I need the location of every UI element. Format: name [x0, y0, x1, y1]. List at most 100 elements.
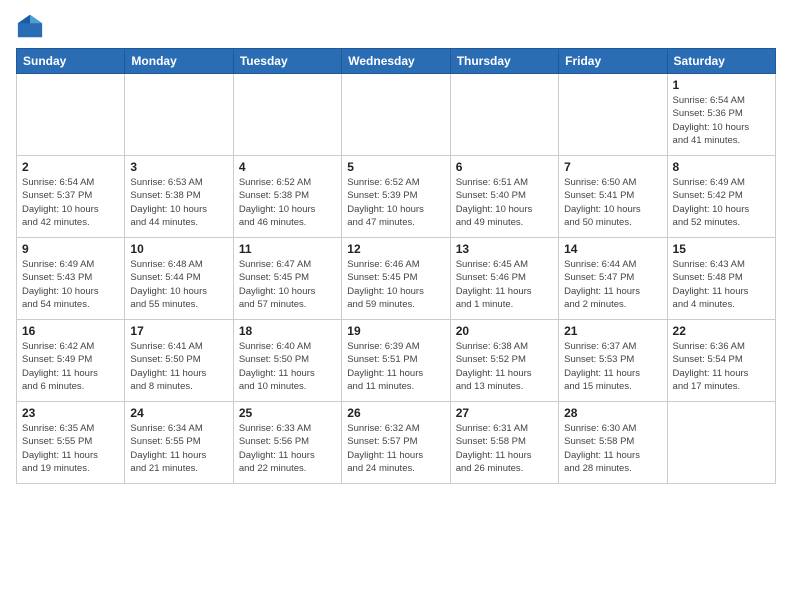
logo — [16, 12, 48, 40]
day-number: 24 — [130, 406, 227, 420]
calendar-cell: 8 Sunrise: 6:49 AM Sunset: 5:42 PM Daylig… — [667, 156, 775, 238]
weekday-header-row: SundayMondayTuesdayWednesdayThursdayFrid… — [17, 49, 776, 74]
calendar-cell: 15 Sunrise: 6:43 AM Sunset: 5:48 PM Dayli… — [667, 238, 775, 320]
day-info: Sunrise: 6:46 AM Sunset: 5:45 PM Dayligh… — [347, 258, 444, 311]
weekday-header-tuesday: Tuesday — [233, 49, 341, 74]
day-number: 2 — [22, 160, 119, 174]
calendar-cell: 14 Sunrise: 6:44 AM Sunset: 5:47 PM Dayli… — [559, 238, 667, 320]
day-info: Sunrise: 6:50 AM Sunset: 5:41 PM Dayligh… — [564, 176, 661, 229]
day-info: Sunrise: 6:53 AM Sunset: 5:38 PM Dayligh… — [130, 176, 227, 229]
calendar-cell — [342, 74, 450, 156]
calendar-cell: 13 Sunrise: 6:45 AM Sunset: 5:46 PM Dayli… — [450, 238, 558, 320]
weekday-header-sunday: Sunday — [17, 49, 125, 74]
day-info: Sunrise: 6:45 AM Sunset: 5:46 PM Dayligh… — [456, 258, 553, 311]
day-info: Sunrise: 6:54 AM Sunset: 5:36 PM Dayligh… — [673, 94, 770, 147]
weekday-header-monday: Monday — [125, 49, 233, 74]
calendar-table: SundayMondayTuesdayWednesdayThursdayFrid… — [16, 48, 776, 484]
day-info: Sunrise: 6:32 AM Sunset: 5:57 PM Dayligh… — [347, 422, 444, 475]
day-number: 19 — [347, 324, 444, 338]
day-info: Sunrise: 6:51 AM Sunset: 5:40 PM Dayligh… — [456, 176, 553, 229]
day-number: 3 — [130, 160, 227, 174]
calendar-cell: 19 Sunrise: 6:39 AM Sunset: 5:51 PM Dayli… — [342, 320, 450, 402]
calendar-cell — [559, 74, 667, 156]
day-number: 27 — [456, 406, 553, 420]
day-number: 21 — [564, 324, 661, 338]
calendar-cell: 11 Sunrise: 6:47 AM Sunset: 5:45 PM Dayli… — [233, 238, 341, 320]
day-info: Sunrise: 6:52 AM Sunset: 5:39 PM Dayligh… — [347, 176, 444, 229]
logo-icon — [16, 12, 44, 40]
day-number: 28 — [564, 406, 661, 420]
day-info: Sunrise: 6:47 AM Sunset: 5:45 PM Dayligh… — [239, 258, 336, 311]
calendar-cell: 1Sunrise: 6:54 AM Sunset: 5:36 PM Daylig… — [667, 74, 775, 156]
calendar-week-2: 9 Sunrise: 6:49 AM Sunset: 5:43 PM Daylig… — [17, 238, 776, 320]
day-number: 5 — [347, 160, 444, 174]
day-number: 16 — [22, 324, 119, 338]
day-number: 13 — [456, 242, 553, 256]
calendar-cell: 18Sunrise: 6:40 AM Sunset: 5:50 PM Dayli… — [233, 320, 341, 402]
calendar-week-0: 1Sunrise: 6:54 AM Sunset: 5:36 PM Daylig… — [17, 74, 776, 156]
calendar-cell: 24 Sunrise: 6:34 AM Sunset: 5:55 PM Dayli… — [125, 402, 233, 484]
day-info: Sunrise: 6:34 AM Sunset: 5:55 PM Dayligh… — [130, 422, 227, 475]
calendar-cell: 6 Sunrise: 6:51 AM Sunset: 5:40 PM Daylig… — [450, 156, 558, 238]
calendar-cell: 16 Sunrise: 6:42 AM Sunset: 5:49 PM Dayli… — [17, 320, 125, 402]
calendar-cell: 10 Sunrise: 6:48 AM Sunset: 5:44 PM Dayli… — [125, 238, 233, 320]
day-number: 10 — [130, 242, 227, 256]
calendar-cell: 21 Sunrise: 6:37 AM Sunset: 5:53 PM Dayli… — [559, 320, 667, 402]
day-number: 23 — [22, 406, 119, 420]
calendar-cell: 7 Sunrise: 6:50 AM Sunset: 5:41 PM Daylig… — [559, 156, 667, 238]
day-number: 22 — [673, 324, 770, 338]
day-info: Sunrise: 6:44 AM Sunset: 5:47 PM Dayligh… — [564, 258, 661, 311]
day-number: 15 — [673, 242, 770, 256]
calendar-week-1: 2 Sunrise: 6:54 AM Sunset: 5:37 PM Daylig… — [17, 156, 776, 238]
day-info: Sunrise: 6:30 AM Sunset: 5:58 PM Dayligh… — [564, 422, 661, 475]
calendar-cell — [667, 402, 775, 484]
day-number: 25 — [239, 406, 336, 420]
day-info: Sunrise: 6:41 AM Sunset: 5:50 PM Dayligh… — [130, 340, 227, 393]
calendar-cell: 26 Sunrise: 6:32 AM Sunset: 5:57 PM Dayli… — [342, 402, 450, 484]
day-info: Sunrise: 6:48 AM Sunset: 5:44 PM Dayligh… — [130, 258, 227, 311]
day-info: Sunrise: 6:52 AM Sunset: 5:38 PM Dayligh… — [239, 176, 336, 229]
calendar-cell — [125, 74, 233, 156]
day-info: Sunrise: 6:42 AM Sunset: 5:49 PM Dayligh… — [22, 340, 119, 393]
day-info: Sunrise: 6:39 AM Sunset: 5:51 PM Dayligh… — [347, 340, 444, 393]
day-info: Sunrise: 6:33 AM Sunset: 5:56 PM Dayligh… — [239, 422, 336, 475]
day-info: Sunrise: 6:54 AM Sunset: 5:37 PM Dayligh… — [22, 176, 119, 229]
day-number: 7 — [564, 160, 661, 174]
calendar-cell: 27 Sunrise: 6:31 AM Sunset: 5:58 PM Dayli… — [450, 402, 558, 484]
day-info: Sunrise: 6:37 AM Sunset: 5:53 PM Dayligh… — [564, 340, 661, 393]
header — [16, 12, 776, 40]
calendar-cell: 17 Sunrise: 6:41 AM Sunset: 5:50 PM Dayli… — [125, 320, 233, 402]
day-info: Sunrise: 6:38 AM Sunset: 5:52 PM Dayligh… — [456, 340, 553, 393]
calendar-cell: 5 Sunrise: 6:52 AM Sunset: 5:39 PM Daylig… — [342, 156, 450, 238]
day-number: 6 — [456, 160, 553, 174]
calendar-cell: 20 Sunrise: 6:38 AM Sunset: 5:52 PM Dayli… — [450, 320, 558, 402]
calendar-cell — [450, 74, 558, 156]
day-number: 9 — [22, 242, 119, 256]
day-number: 17 — [130, 324, 227, 338]
day-info: Sunrise: 6:35 AM Sunset: 5:55 PM Dayligh… — [22, 422, 119, 475]
day-info: Sunrise: 6:40 AM Sunset: 5:50 PM Dayligh… — [239, 340, 336, 393]
calendar-week-3: 16 Sunrise: 6:42 AM Sunset: 5:49 PM Dayli… — [17, 320, 776, 402]
day-info: Sunrise: 6:31 AM Sunset: 5:58 PM Dayligh… — [456, 422, 553, 475]
calendar-cell: 28 Sunrise: 6:30 AM Sunset: 5:58 PM Dayli… — [559, 402, 667, 484]
weekday-header-friday: Friday — [559, 49, 667, 74]
day-number: 11 — [239, 242, 336, 256]
day-number: 4 — [239, 160, 336, 174]
calendar-week-4: 23 Sunrise: 6:35 AM Sunset: 5:55 PM Dayli… — [17, 402, 776, 484]
day-number: 8 — [673, 160, 770, 174]
day-number: 14 — [564, 242, 661, 256]
day-number: 26 — [347, 406, 444, 420]
day-info: Sunrise: 6:36 AM Sunset: 5:54 PM Dayligh… — [673, 340, 770, 393]
day-info: Sunrise: 6:49 AM Sunset: 5:43 PM Dayligh… — [22, 258, 119, 311]
day-info: Sunrise: 6:49 AM Sunset: 5:42 PM Dayligh… — [673, 176, 770, 229]
calendar-cell: 23 Sunrise: 6:35 AM Sunset: 5:55 PM Dayli… — [17, 402, 125, 484]
page: SundayMondayTuesdayWednesdayThursdayFrid… — [0, 0, 792, 612]
day-number: 20 — [456, 324, 553, 338]
weekday-header-thursday: Thursday — [450, 49, 558, 74]
calendar-cell: 9 Sunrise: 6:49 AM Sunset: 5:43 PM Daylig… — [17, 238, 125, 320]
calendar-cell: 2 Sunrise: 6:54 AM Sunset: 5:37 PM Daylig… — [17, 156, 125, 238]
calendar-cell — [233, 74, 341, 156]
calendar-cell: 25 Sunrise: 6:33 AM Sunset: 5:56 PM Dayli… — [233, 402, 341, 484]
day-info: Sunrise: 6:43 AM Sunset: 5:48 PM Dayligh… — [673, 258, 770, 311]
calendar-cell: 22 Sunrise: 6:36 AM Sunset: 5:54 PM Dayli… — [667, 320, 775, 402]
